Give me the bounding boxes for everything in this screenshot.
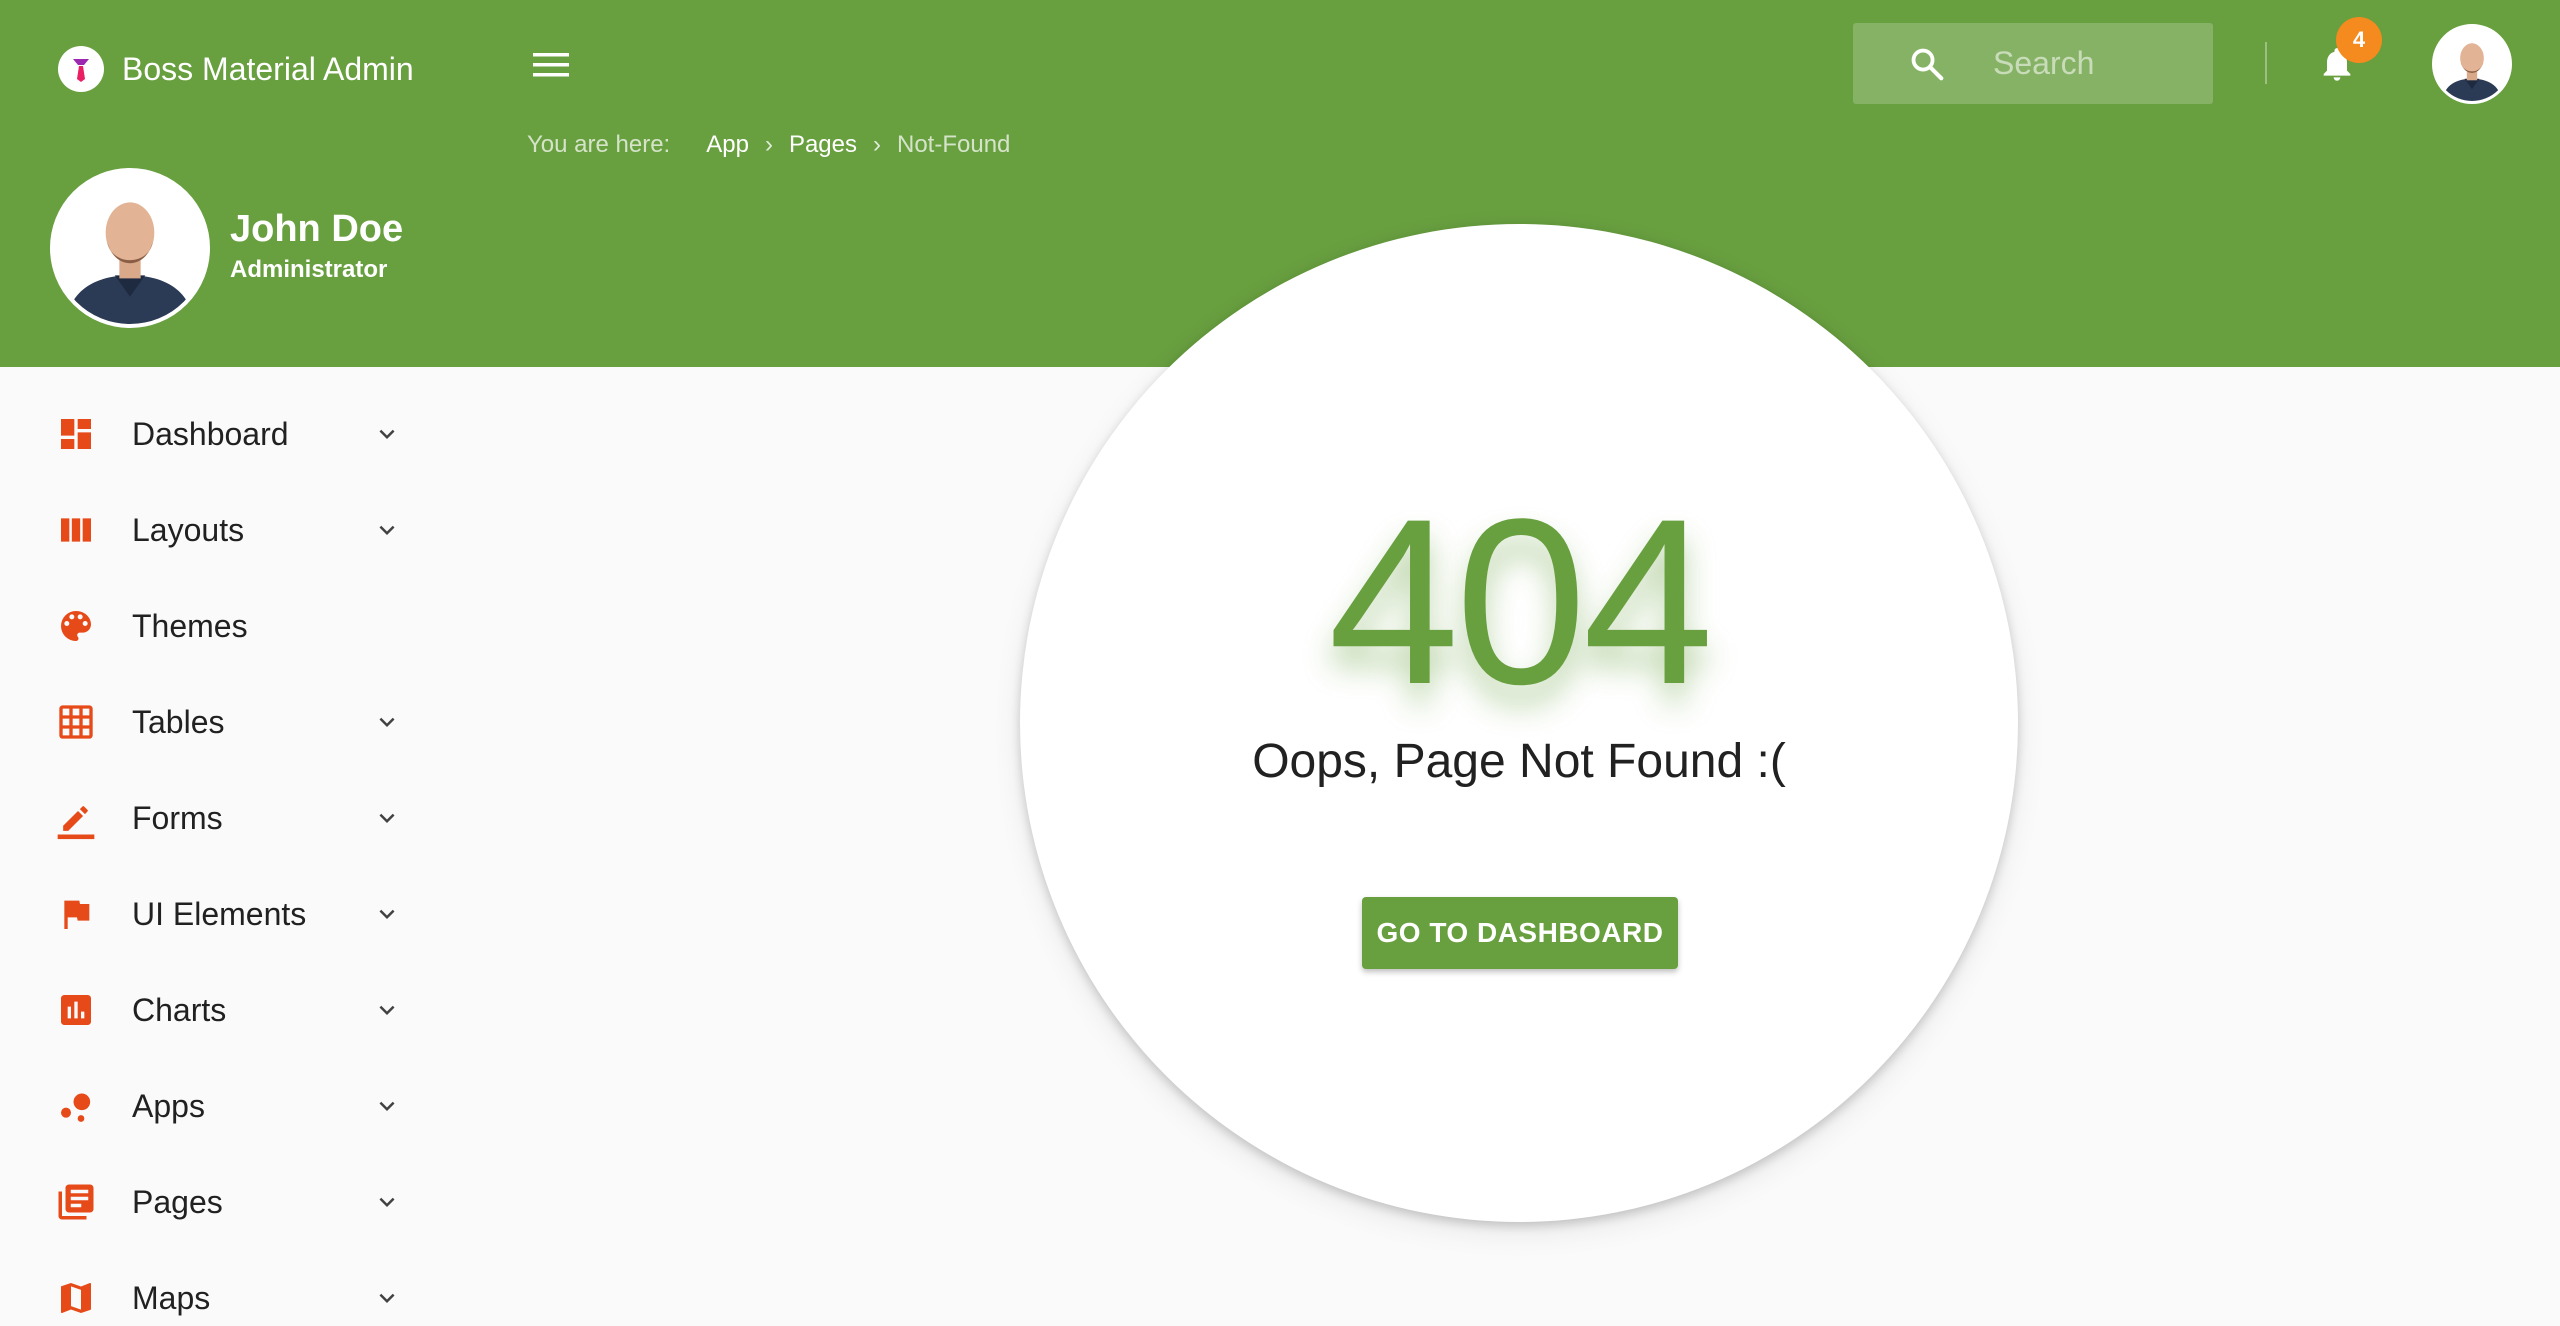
library-books-icon xyxy=(54,1180,98,1224)
profile-name: John Doe xyxy=(230,208,404,250)
brand-name: Boss Material Admin xyxy=(122,50,414,87)
go-to-dashboard-button[interactable]: GO TO DASHBOARD xyxy=(1362,897,1678,969)
bubbles-icon xyxy=(54,1084,98,1128)
sidebar-item-themes[interactable]: Themes xyxy=(0,578,440,674)
sidebar-item-pages[interactable]: Pages xyxy=(0,1154,440,1250)
sidebar-item-ui-elements[interactable]: UI Elements xyxy=(0,866,440,962)
chevron-down-icon[interactable] xyxy=(370,705,404,739)
avatar xyxy=(2435,27,2509,101)
sidebar-item-label: Forms xyxy=(132,799,223,836)
sidebar-item-label: Tables xyxy=(132,703,225,740)
breadcrumb-item-current: Not-Found xyxy=(897,131,1011,158)
chevron-down-icon[interactable] xyxy=(370,1089,404,1123)
sidebar-item-label: Charts xyxy=(132,991,227,1028)
sidebar-item-label: Themes xyxy=(132,607,248,644)
avatar xyxy=(54,172,206,324)
dashboard-icon xyxy=(54,412,98,456)
notification-count-badge: 4 xyxy=(2336,17,2382,63)
sidebar-item-maps[interactable]: Maps xyxy=(0,1250,440,1326)
search-icon[interactable] xyxy=(1905,42,1949,86)
sidebar-item-label: Layouts xyxy=(132,511,245,548)
breadcrumb-separator: › xyxy=(764,131,773,158)
breadcrumb-lead: You are here: xyxy=(527,131,671,158)
map-icon xyxy=(54,1276,98,1320)
error-message: Oops, Page Not Found :( xyxy=(1252,735,1786,788)
app-root: Boss Material Admin You are here: App › … xyxy=(0,0,2560,1326)
sidebar-item-apps[interactable]: Apps xyxy=(0,1058,440,1154)
sidebar-nav: Dashboard Layouts Themes Tables Forms UI… xyxy=(0,386,440,1326)
chevron-down-icon[interactable] xyxy=(370,993,404,1027)
chevron-down-icon[interactable] xyxy=(370,801,404,835)
tie-logo-icon xyxy=(58,46,104,92)
sidebar-item-label: UI Elements xyxy=(132,895,307,932)
chevron-down-icon[interactable] xyxy=(370,1281,404,1315)
palette-icon xyxy=(54,604,98,648)
breadcrumb-item-app[interactable]: App xyxy=(706,131,749,159)
chevron-down-icon[interactable] xyxy=(370,417,404,451)
sidebar-item-layouts[interactable]: Layouts xyxy=(0,482,440,578)
search-input[interactable] xyxy=(1993,41,2193,86)
error-card: 404 Oops, Page Not Found :( GO TO DASHBO… xyxy=(1020,224,2018,1222)
view-week-icon xyxy=(54,508,98,552)
search-box[interactable] xyxy=(1853,23,2213,104)
error-code: 404 xyxy=(1328,470,1714,734)
sidebar-item-dashboard[interactable]: Dashboard xyxy=(0,386,440,482)
sidebar-item-forms[interactable]: Forms xyxy=(0,770,440,866)
profile-avatar xyxy=(50,168,210,328)
sidebar-item-label: Pages xyxy=(132,1183,223,1220)
user-avatar-button[interactable] xyxy=(2432,24,2512,104)
chevron-down-icon[interactable] xyxy=(370,1185,404,1219)
grid-icon xyxy=(54,700,98,744)
chevron-down-icon[interactable] xyxy=(370,513,404,547)
profile-role: Administrator xyxy=(230,256,388,283)
brand[interactable]: Boss Material Admin xyxy=(58,44,414,94)
sidebar-item-label: Maps xyxy=(132,1279,211,1316)
header-divider xyxy=(2265,42,2267,84)
breadcrumb: You are here: App › Pages › Not-Found xyxy=(527,130,1010,160)
sidebar-item-label: Dashboard xyxy=(132,415,289,452)
sidebar-item-label: Apps xyxy=(132,1087,205,1124)
breadcrumb-separator: › xyxy=(873,131,881,158)
sidebar-item-tables[interactable]: Tables xyxy=(0,674,440,770)
menu-icon xyxy=(533,53,569,77)
bar-chart-icon xyxy=(54,988,98,1032)
flag-icon xyxy=(54,892,98,936)
sidebar-item-charts[interactable]: Charts xyxy=(0,962,440,1058)
edit-pencil-icon xyxy=(54,796,98,840)
breadcrumb-item-pages[interactable]: Pages xyxy=(789,131,857,159)
chevron-down-icon[interactable] xyxy=(370,897,404,931)
menu-toggle-button[interactable] xyxy=(528,44,574,86)
